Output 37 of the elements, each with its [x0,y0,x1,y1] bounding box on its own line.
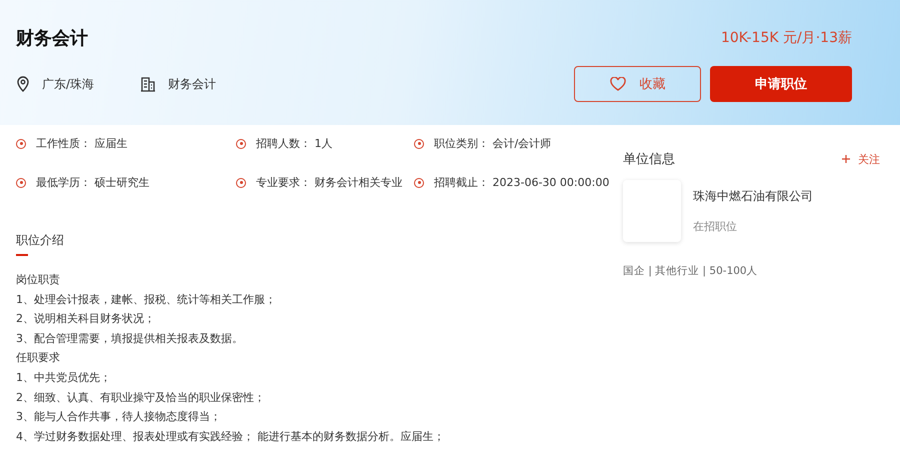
job-fact: 工作性质： 应届生 [36,136,128,151]
description-line: 1、处理会计报表，建帐、报税、统计等相关工作服； [16,292,277,308]
bullet-icon [236,178,246,188]
job-fact: 专业要求： 财务会计相关专业 [256,175,402,190]
salary: 10K-15K 元/月·13薪 [720,29,852,47]
job-category: 财务会计 [168,76,216,92]
company-name[interactable]: 珠海中燃石油有限公司 [693,188,813,205]
bullet-icon [236,138,246,148]
job-fact: 招聘人数： 1人 [256,136,332,151]
location: 广东/珠海 [42,76,94,92]
heart-icon [610,77,626,91]
location-pin-icon [16,76,30,92]
description-line: 2、细致、认真、有职业操守及恰当的职业保密性； [16,390,266,406]
job-fact: 最低学历： 硕士研究生 [36,175,150,190]
bullet-icon [16,178,26,188]
job-title: 财务会计 [16,27,88,50]
job-fact: 招聘截止： 2023-06-30 00:00:00 [434,175,610,190]
apply-button[interactable]: 申请职位 [710,66,852,102]
description-line: 1、中共党员优先； [16,370,112,386]
description-line: 3、配合管理需要，填报提供相关报表及数据。 [16,330,244,347]
company-heading: 单位信息 [623,151,675,168]
plus-icon [842,155,850,163]
building-icon [140,76,156,92]
description-line: 3、能与人合作共事，待人接物态度得当； [16,409,222,426]
description-line: 4、学过财务数据处理、报表处理或有实践经验； 能进行基本的财务数据分析。应届生； [16,428,446,445]
section-heading: 岗位职责 [16,272,61,288]
section-heading: 任职要求 [16,350,61,366]
bullet-icon [16,138,26,148]
bullet-icon [414,178,424,188]
company-meta: 国企 | 其他行业 | 50-100人 [623,264,759,278]
open-jobs-link[interactable]: 在招职位 [693,219,813,234]
favorite-button[interactable]: 收藏 [574,66,701,102]
follow-button[interactable]: 关注 [842,152,880,166]
job-fact: 职位类别： 会计/会计师 [434,136,552,151]
job-intro-tab[interactable]: 职位介绍 [16,232,64,256]
description-line: 2、说明相关科目财务状况； [16,311,156,328]
bullet-icon [414,138,424,148]
